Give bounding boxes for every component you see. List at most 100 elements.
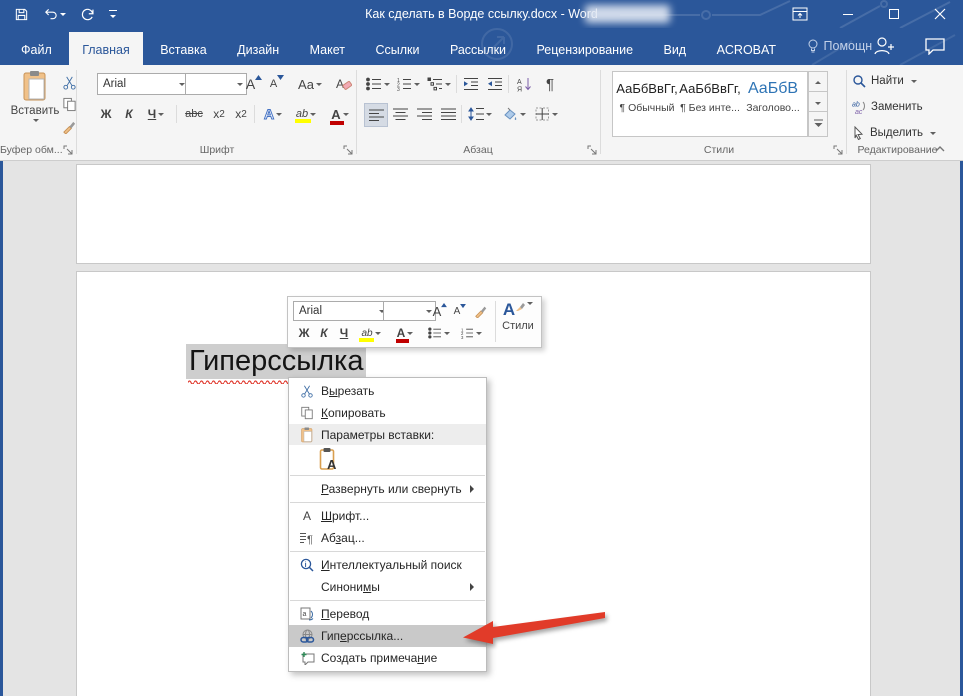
subscript-button[interactable]: x2 (208, 103, 230, 125)
underline-button[interactable]: Ч (141, 103, 171, 125)
paragraph-group-label: Абзац (463, 144, 493, 156)
mini-shrink-font-button[interactable]: A (451, 301, 469, 321)
menu-item-smart-lookup[interactable]: i Интеллектуальный поиск (289, 554, 486, 576)
menu-item-font[interactable]: A Шрифт... (289, 505, 486, 527)
comments-icon[interactable] (924, 37, 946, 55)
text-effects-button[interactable]: А (258, 103, 288, 125)
mini-toolbar: Arial A A А Стили Ж К Ч ab А 1 2 3 (287, 296, 542, 348)
tab-review[interactable]: Рецензирование (524, 32, 647, 69)
maximize-button[interactable] (879, 0, 909, 28)
tab-home[interactable]: Главная (69, 32, 143, 69)
clipboard-dialog-launcher[interactable] (63, 145, 74, 156)
mini-format-painter-button[interactable] (471, 301, 491, 321)
menu-item-synonyms[interactable]: Синонимы (289, 576, 486, 598)
svg-text:i: i (305, 562, 307, 569)
tab-layout[interactable]: Макет (297, 32, 358, 69)
mini-font-color-button[interactable]: А (390, 323, 420, 343)
numbering-button[interactable]: 123 (394, 73, 422, 95)
grow-font-button[interactable]: A (243, 73, 265, 95)
menu-item-paste-options: Параметры вставки: (289, 424, 486, 445)
bold-button[interactable]: Ж (96, 103, 116, 125)
tab-file[interactable]: Файл (8, 32, 65, 69)
change-case-button[interactable]: Aa (294, 73, 326, 95)
paragraph-dialog-launcher[interactable] (587, 145, 598, 156)
smart-lookup-icon: i (293, 558, 321, 572)
text-highlight-button[interactable]: ab (290, 103, 322, 125)
word-window: Как сделать в Ворде ссылку.docx - Word Ф… (0, 0, 963, 696)
select-button[interactable]: Выделить (852, 126, 937, 140)
align-right-button[interactable] (413, 103, 435, 125)
mini-italic-button[interactable]: К (316, 323, 332, 343)
paste-icon (293, 427, 321, 443)
font-name-combo[interactable]: Arial (97, 73, 189, 95)
decrease-indent-button[interactable] (460, 73, 482, 95)
replace-button[interactable]: ab ac Заменить (852, 100, 923, 114)
italic-button[interactable]: К (119, 103, 139, 125)
svg-text:A: A (336, 77, 344, 91)
shading-button[interactable] (499, 103, 529, 125)
font-dialog-launcher[interactable] (343, 145, 354, 156)
sort-button[interactable]: АЯ (512, 73, 536, 95)
paste-keep-text-icon: A (319, 448, 337, 471)
tab-view[interactable]: Вид (650, 32, 699, 69)
tab-insert[interactable]: Вставка (147, 32, 219, 69)
cut-icon[interactable] (62, 75, 77, 90)
shrink-font-button[interactable]: A (267, 73, 287, 95)
minimize-button[interactable] (833, 0, 863, 28)
window-title: Как сделать в Ворде ссылку.docx - Word (365, 7, 598, 21)
mini-bold-button[interactable]: Ж (296, 323, 312, 343)
bullets-button[interactable] (364, 73, 392, 95)
menu-item-cut[interactable]: Вырезать (289, 380, 486, 402)
mini-styles-button[interactable]: А Стили (498, 300, 538, 344)
find-button[interactable]: Найти (852, 74, 917, 88)
paste-option-keep-text-only[interactable]: A (289, 445, 486, 473)
justify-button[interactable] (437, 103, 459, 125)
style-card-no-spacing[interactable]: АаБбВвГг, ¶ Без инте... (679, 76, 741, 130)
paste-button[interactable]: Вставить (8, 70, 62, 140)
show-formatting-marks-button[interactable]: ¶ (540, 73, 560, 95)
collapse-ribbon-button[interactable] (934, 144, 946, 155)
style-card-normal[interactable]: АаБбВвГг, ¶ Обычный (616, 76, 678, 130)
style-card-heading[interactable]: АаБбВ Заголово... (742, 76, 804, 130)
tab-mailings[interactable]: Рассылки (437, 32, 519, 69)
menu-item-paragraph[interactable]: ¶ Абзац... (289, 527, 486, 549)
font-group-label: Шрифт (199, 144, 235, 156)
clear-formatting-button[interactable]: A (332, 73, 354, 95)
page-1[interactable] (76, 164, 871, 264)
font-color-button[interactable]: А (324, 103, 356, 125)
menu-item-copy[interactable]: Копировать (289, 402, 486, 424)
tab-references[interactable]: Ссылки (362, 32, 432, 69)
hyperlink-icon (293, 629, 321, 644)
tab-acrobat[interactable]: ACROBAT (704, 32, 790, 69)
styles-gallery-scrollbar (808, 71, 828, 137)
font-dialog-icon: A (302, 509, 311, 523)
mini-font-name-combo[interactable]: Arial (293, 301, 389, 321)
mini-numbering-button[interactable]: 123 (456, 323, 486, 343)
align-left-button[interactable] (364, 103, 388, 127)
mini-underline-button[interactable]: Ч (336, 323, 352, 343)
mini-highlight-button[interactable]: ab (356, 323, 386, 343)
mini-font-size-combo[interactable] (383, 301, 436, 321)
styles-gallery-more-button[interactable] (808, 111, 828, 137)
line-spacing-button[interactable] (465, 103, 495, 125)
font-size-combo[interactable] (185, 73, 247, 95)
close-button[interactable] (925, 0, 955, 28)
selected-text[interactable]: Гиперссылка (186, 344, 367, 379)
copy-icon[interactable] (62, 97, 77, 112)
submenu-arrow-icon (470, 583, 478, 591)
tab-design[interactable]: Дизайн (224, 32, 292, 69)
mini-bullets-button[interactable] (424, 323, 454, 343)
borders-button[interactable] (531, 103, 561, 125)
align-center-button[interactable] (389, 103, 411, 125)
format-painter-icon[interactable] (62, 119, 77, 134)
styles-dialog-launcher[interactable] (833, 145, 844, 156)
superscript-button[interactable]: x2 (230, 103, 252, 125)
increase-indent-button[interactable] (484, 73, 506, 95)
share-icon[interactable] (872, 34, 894, 58)
strikethrough-button[interactable]: abc (180, 103, 208, 125)
window-border-left (0, 161, 3, 696)
multilevel-list-button[interactable] (424, 73, 454, 95)
mini-grow-font-button[interactable]: A (430, 301, 450, 321)
menu-item-expand-collapse[interactable]: Развернуть или свернуть (289, 478, 486, 500)
ribbon-display-options-button[interactable] (785, 0, 815, 28)
